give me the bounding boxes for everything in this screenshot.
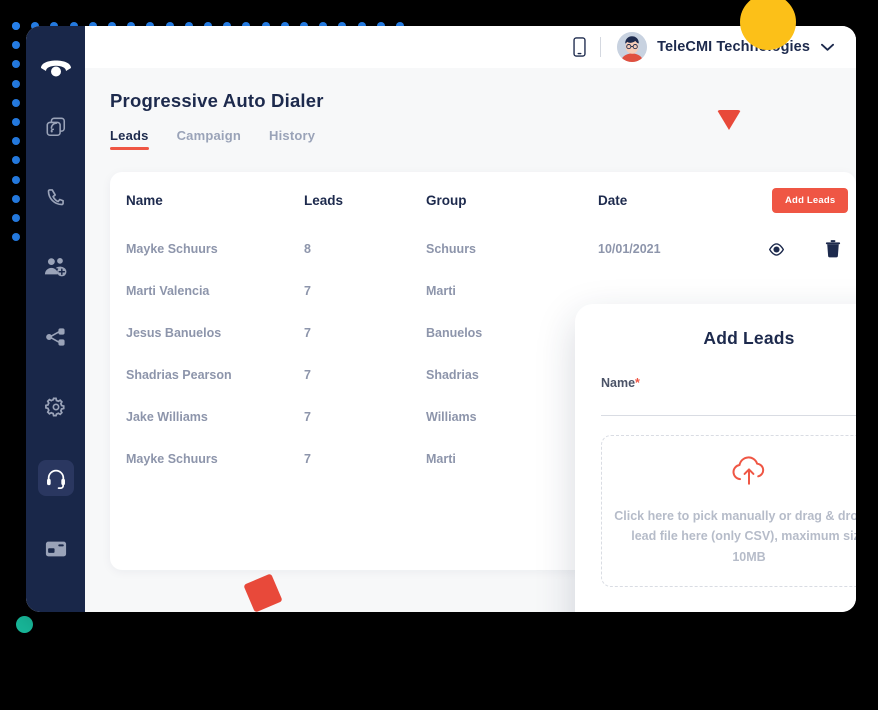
cell-name: Jesus Banuelos: [126, 326, 222, 340]
decor-dot: [12, 41, 20, 50]
table-row[interactable]: Mayke Schuurs 8 Schuurs 10/01/2021: [110, 228, 856, 270]
cell-group: Banuelos: [426, 326, 483, 340]
decor-dot: [12, 137, 20, 146]
table-header-actions: Add Leads: [748, 187, 856, 213]
cell-group: Marti: [426, 284, 456, 298]
sidebar-item-credit-card-icon[interactable]: [39, 532, 73, 566]
mobile-phone-icon[interactable]: [573, 37, 586, 57]
add-leads-modal: Add Leads Name* Click here to pick manua…: [575, 304, 856, 612]
sidebar: [26, 26, 85, 612]
tab-leads[interactable]: Leads: [110, 128, 149, 150]
decor-dot: [12, 233, 20, 242]
cell-leads: 7: [304, 284, 311, 298]
sidebar-item-headset-icon[interactable]: [37, 460, 74, 496]
decor-dot: [12, 156, 20, 165]
modal-title: Add Leads: [703, 328, 795, 348]
sidebar-logo-phone-call-answer-icon[interactable]: [33, 42, 79, 88]
cell-leads: 7: [304, 410, 311, 424]
cell-name: Mayke Schuurs: [126, 452, 218, 466]
decor-dot: [12, 118, 20, 126]
decor-dot: [12, 175, 20, 184]
avatar[interactable]: [617, 32, 648, 62]
cell-leads: 7: [304, 326, 311, 340]
header-divider: [600, 37, 602, 57]
decor-dot: [12, 98, 20, 107]
chevron-down-icon[interactable]: [821, 43, 834, 52]
decor-dot: [12, 194, 20, 203]
trash-delete-icon[interactable]: [825, 240, 841, 258]
name-input[interactable]: [601, 390, 856, 416]
cell-group: Schuurs: [426, 242, 477, 256]
page-title: Progressive Auto Dialer: [110, 90, 324, 111]
top-bar: TeleCMI Technologies: [85, 26, 856, 68]
sidebar-item-gear-icon[interactable]: [39, 390, 73, 424]
dropzone-line1: Click here to pick manually or drag & dr…: [614, 508, 856, 523]
column-header-leads: Leads: [304, 192, 344, 208]
file-dropzone[interactable]: Click here to pick manually or drag & dr…: [601, 435, 856, 587]
teal-dot-decoration: [16, 616, 33, 633]
cell-date: 10/01/2021: [598, 242, 661, 256]
required-asterisk: *: [635, 376, 640, 390]
cell-name: Mayke Schuurs: [126, 242, 218, 256]
sidebar-item-phone-handset-icon[interactable]: [39, 180, 73, 214]
add-leads-button[interactable]: Add Leads: [772, 187, 849, 213]
eye-view-icon[interactable]: [768, 241, 785, 258]
cell-leads: 7: [304, 452, 311, 466]
cloud-upload-icon: [728, 455, 770, 494]
decor-dot: [12, 60, 20, 69]
sidebar-item-call-flow-share-icon[interactable]: [39, 320, 73, 354]
column-header-group: Group: [426, 192, 467, 208]
cell-group: Marti: [426, 452, 456, 466]
tab-campaign[interactable]: Campaign: [177, 128, 241, 150]
cell-leads: 7: [304, 368, 311, 382]
decor-dot: [12, 214, 20, 222]
cell-name: Shadrias Pearson: [126, 368, 232, 382]
sidebar-item-broadcast-stack-icon[interactable]: [39, 110, 73, 144]
decor-dot: [12, 22, 20, 30]
cell-group: Shadrias: [426, 368, 479, 382]
cell-leads: 8: [304, 242, 311, 256]
tab-bar: Leads Campaign History: [110, 128, 856, 150]
sidebar-item-add-contacts-icon[interactable]: [39, 250, 73, 284]
tab-history[interactable]: History: [269, 128, 315, 150]
cell-actions: [748, 240, 856, 258]
name-field-label: Name*: [601, 376, 856, 390]
name-label-text: Name: [601, 376, 636, 390]
dropzone-text: Click here to pick manually or drag & dr…: [614, 506, 856, 568]
dropzone-line2: lead file here (only CSV), maximum size …: [631, 529, 856, 564]
cell-name: Jake Williams: [126, 410, 208, 424]
decor-dot: [12, 79, 20, 88]
cell-group: Williams: [426, 410, 477, 424]
column-header-name: Name: [126, 192, 163, 208]
red-triangle-decoration: [717, 110, 741, 130]
column-header-date: Date: [598, 192, 628, 208]
cell-name: Marti Valencia: [126, 284, 210, 298]
table-header-row: Name Leads Group Date Add Leads: [110, 172, 856, 228]
